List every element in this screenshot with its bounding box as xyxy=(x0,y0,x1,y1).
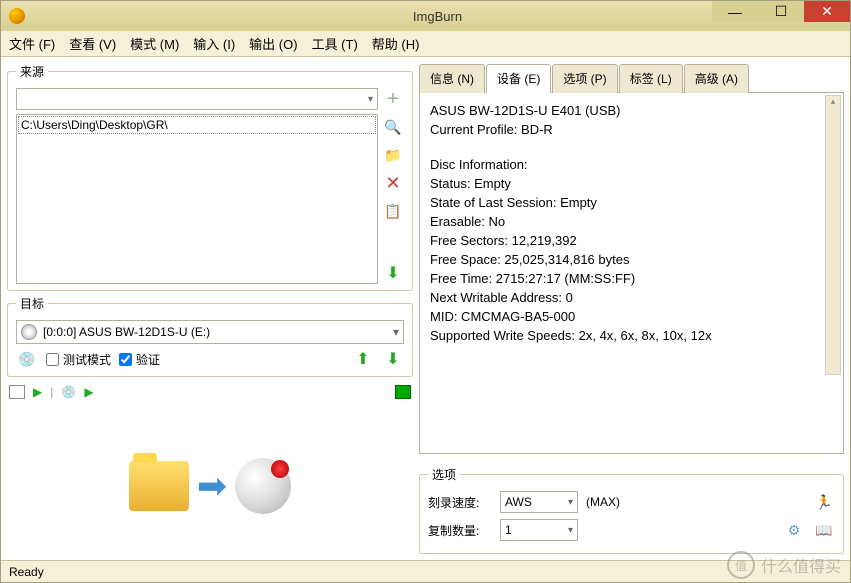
maximize-button[interactable]: ☐ xyxy=(758,1,804,22)
menu-help[interactable]: 帮助 (H) xyxy=(372,34,420,53)
info-line: MID: CMCMAG-BA5-000 xyxy=(430,309,833,324)
speed-max: (MAX) xyxy=(586,495,620,509)
info-line: Disc Information: xyxy=(430,157,833,172)
destination-device-select[interactable]: [0:0:0] ASUS BW-12D1S-U (E:) xyxy=(16,320,404,344)
minimize-button[interactable]: — xyxy=(712,1,758,22)
arrow-icon: ➡ xyxy=(197,465,227,507)
source-legend: 来源 xyxy=(16,63,48,80)
menu-tools[interactable]: 工具 (T) xyxy=(312,34,358,53)
source-listbox[interactable]: C:\Users\Ding\Desktop\GR\ xyxy=(16,114,378,284)
big-folder-icon xyxy=(129,461,189,511)
device-info-text: ASUS BW-12D1S-U E401 (USB) Current Profi… xyxy=(430,103,833,343)
copies-label: 复制数量: xyxy=(428,522,492,539)
tab-info[interactable]: 信息 (N) xyxy=(419,64,485,93)
speed-combo[interactable]: AWS xyxy=(500,491,578,513)
disc-small-icon[interactable]: 💿 xyxy=(61,385,76,399)
test-mode-checkbox[interactable]: 测试模式 xyxy=(46,351,111,368)
copies-combo[interactable]: 1 xyxy=(500,519,578,541)
options-legend: 选项 xyxy=(428,466,460,483)
scrollbar[interactable] xyxy=(825,95,841,375)
go-down-icon[interactable]: ⬇ xyxy=(382,262,404,284)
device-tab-panel: ASUS BW-12D1S-U E401 (USB) Current Profi… xyxy=(419,93,844,454)
menu-mode[interactable]: 模式 (M) xyxy=(130,34,179,53)
app-icon xyxy=(9,8,25,24)
browse-folder-icon[interactable]: 📁 xyxy=(382,144,404,166)
play-icon-2[interactable]: ▶ xyxy=(84,385,93,399)
run-icon[interactable]: 🏃 xyxy=(813,491,835,513)
add-icon[interactable]: + xyxy=(382,88,404,110)
source-type-dropdown[interactable] xyxy=(16,88,378,110)
layout-icon[interactable] xyxy=(9,385,25,399)
menu-output[interactable]: 输出 (O) xyxy=(249,34,297,53)
tab-device[interactable]: 设备 (E) xyxy=(486,64,551,93)
info-line: Status: Empty xyxy=(430,176,833,191)
statusbar: Ready xyxy=(1,560,850,582)
destination-device-label: [0:0:0] ASUS BW-12D1S-U (E:) xyxy=(43,325,210,339)
info-line xyxy=(430,141,833,153)
menubar: 文件 (F) 查看 (V) 模式 (M) 输入 (I) 输出 (O) 工具 (T… xyxy=(1,31,850,57)
bottom-toolbar: ▶ | 💿 ▶ xyxy=(7,381,413,403)
info-line: Free Space: 25,025,314,816 bytes xyxy=(430,252,833,267)
search-icon[interactable]: 🔍 xyxy=(382,116,404,138)
info-line: Supported Write Speeds: 2x, 4x, 6x, 8x, … xyxy=(430,328,833,343)
tab-advanced[interactable]: 高级 (A) xyxy=(684,64,749,93)
tab-options[interactable]: 选项 (P) xyxy=(552,64,617,93)
info-line: Next Writable Address: 0 xyxy=(430,290,833,305)
menu-input[interactable]: 输入 (I) xyxy=(193,34,235,53)
menu-file[interactable]: 文件 (F) xyxy=(9,34,55,53)
eject-down-icon[interactable]: ⬇ xyxy=(382,348,404,370)
menu-view[interactable]: 查看 (V) xyxy=(69,34,116,53)
burn-action-area: ➡ xyxy=(7,407,413,554)
info-line: Current Profile: BD-R xyxy=(430,122,833,137)
tabs: 信息 (N) 设备 (E) 选项 (P) 标签 (L) 高级 (A) xyxy=(419,63,844,93)
destination-group: 目标 [0:0:0] ASUS BW-12D1S-U (E:) 💿 测试模式 验… xyxy=(7,295,413,377)
speed-label: 刻录速度: xyxy=(428,494,492,511)
verify-checkbox[interactable]: 验证 xyxy=(119,351,160,368)
source-group: 来源 C:\Users\Ding\Desktop\GR\ + 🔍 📁 ✕ 📋 xyxy=(7,63,413,291)
titlebar: ImgBurn — ☐ ✕ xyxy=(1,1,850,31)
disc-icon xyxy=(21,324,37,340)
monitor-icon[interactable] xyxy=(395,385,411,399)
info-line: Free Time: 2715:27:17 (MM:SS:FF) xyxy=(430,271,833,286)
close-button[interactable]: ✕ xyxy=(804,1,850,22)
destination-legend: 目标 xyxy=(16,295,48,312)
info-line: Free Sectors: 12,219,392 xyxy=(430,233,833,248)
delete-icon[interactable]: ✕ xyxy=(382,172,404,194)
settings-icon[interactable]: ⚙ xyxy=(783,519,805,541)
status-text: Ready xyxy=(9,565,44,579)
info-line: Erasable: No xyxy=(430,214,833,229)
verify-label: 验证 xyxy=(136,351,160,368)
verify-input[interactable] xyxy=(119,353,132,366)
eject-up-icon[interactable]: ⬆ xyxy=(352,348,374,370)
list-item[interactable]: C:\Users\Ding\Desktop\GR\ xyxy=(19,117,375,133)
info-line: ASUS BW-12D1S-U E401 (USB) xyxy=(430,103,833,118)
info-line: State of Last Session: Empty xyxy=(430,195,833,210)
disc-settings-icon[interactable]: 💿 xyxy=(16,348,38,370)
test-mode-label: 测试模式 xyxy=(63,351,111,368)
book-icon[interactable]: 📖 xyxy=(813,519,835,541)
options-group: 选项 刻录速度: AWS (MAX) 🏃 复制数量: 1 ⚙ 📖 xyxy=(419,466,844,554)
test-mode-input[interactable] xyxy=(46,353,59,366)
clipboard-icon[interactable]: 📋 xyxy=(382,200,404,222)
tab-labels[interactable]: 标签 (L) xyxy=(619,64,683,93)
big-disc-icon[interactable] xyxy=(235,458,291,514)
play-icon-1[interactable]: ▶ xyxy=(33,385,42,399)
